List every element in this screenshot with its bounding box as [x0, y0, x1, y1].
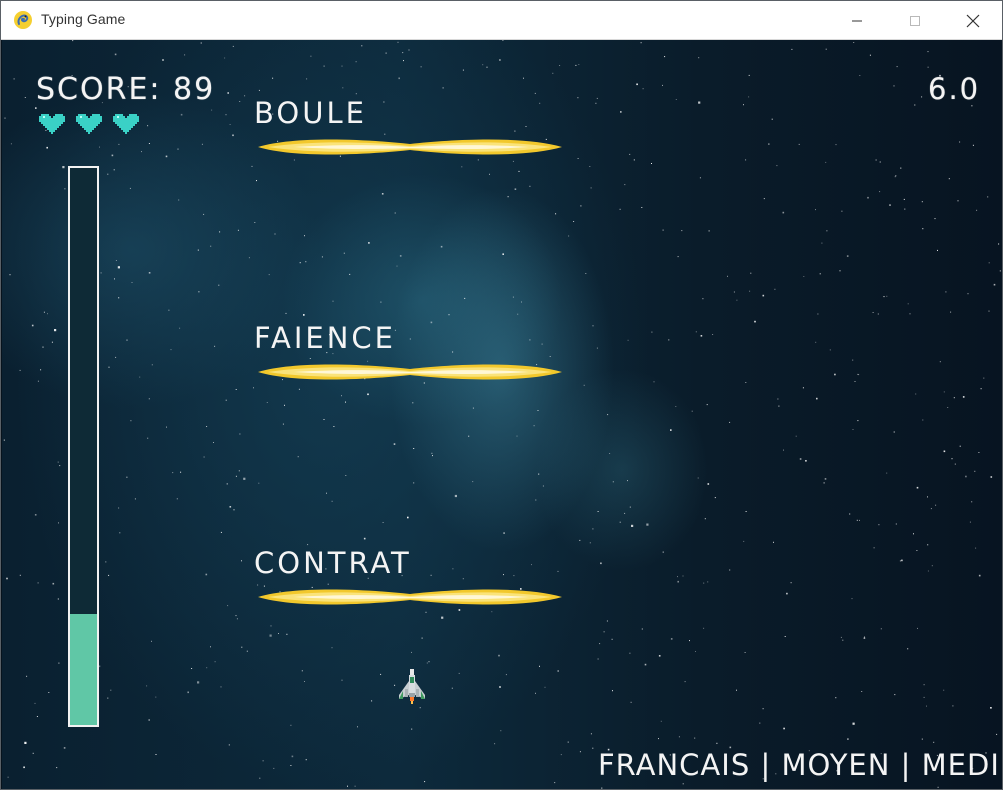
title-bar[interactable]: Typing Game: [1, 1, 1002, 40]
falling-word: CONTRAT: [254, 546, 412, 580]
laser-beam: [258, 139, 562, 155]
player-spaceship: [399, 669, 425, 704]
minimize-button[interactable]: [828, 1, 886, 40]
timer-display: 6.0: [928, 72, 981, 106]
progress-gauge-fill: [70, 613, 97, 725]
heart-icon: [113, 114, 139, 134]
score-display: SCORE: 89: [36, 72, 216, 107]
minimize-icon: [852, 20, 862, 21]
pygame-snake-icon: [14, 11, 32, 29]
heart-icon: [39, 114, 65, 134]
language-difficulty-label: FRANCAIS | MOYEN | MEDIUM: [598, 748, 1002, 782]
window-title: Typing Game: [41, 11, 126, 27]
maximize-icon: [910, 15, 920, 26]
maximize-button[interactable]: [886, 1, 944, 40]
falling-word: BOULE: [254, 96, 367, 130]
falling-word: FAIENCE: [254, 321, 396, 355]
game-canvas[interactable]: SCORE: 89 6.0 BOULE FAIENCE CONTRAT FRAN…: [2, 40, 1002, 789]
lives-hearts: [39, 110, 139, 136]
heart-icon: [76, 114, 102, 134]
close-button[interactable]: [944, 1, 1002, 40]
close-icon: [966, 14, 980, 27]
laser-beam: [258, 589, 562, 605]
progress-gauge: [68, 166, 99, 727]
laser-beam: [258, 364, 562, 380]
game-window: Typing Game SCORE: 89 6.0 BOULE FAIENCE …: [0, 0, 1003, 790]
